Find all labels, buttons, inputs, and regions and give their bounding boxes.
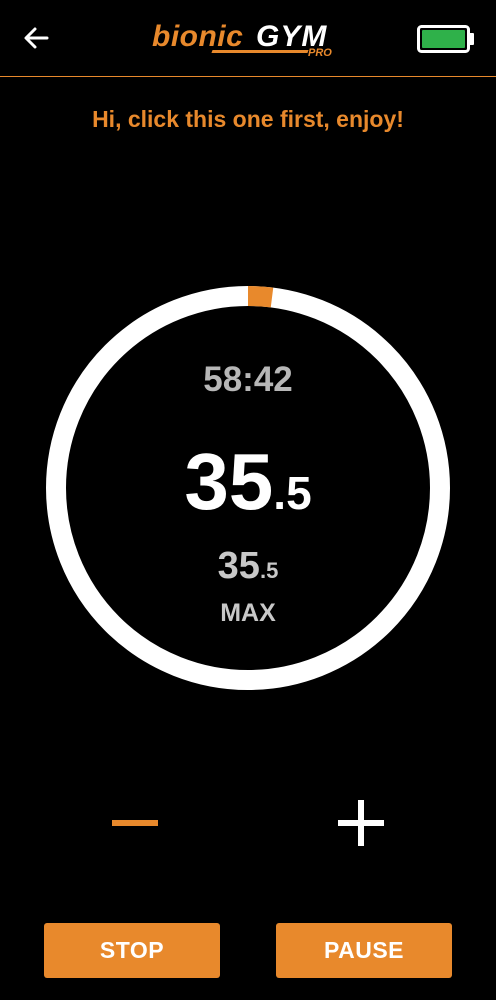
- minus-icon: [112, 820, 158, 826]
- greeting-message: Hi, click this one first, enjoy!: [92, 106, 404, 132]
- pause-button[interactable]: PAUSE: [276, 923, 452, 978]
- max-value: 35.5: [0, 545, 496, 588]
- stop-button[interactable]: STOP: [44, 923, 220, 978]
- decrease-button[interactable]: [100, 788, 170, 858]
- plus-icon: [338, 800, 384, 846]
- battery-fill: [422, 30, 465, 48]
- current-value-integer: 35: [184, 437, 274, 526]
- current-value: 35.5: [0, 436, 496, 528]
- max-label: MAX: [220, 599, 276, 627]
- arrow-left-icon: [24, 27, 49, 49]
- max-value-integer: 35: [217, 545, 260, 587]
- max-value-decimal: .5: [259, 558, 279, 583]
- logo-text-bionic: bionic: [152, 20, 244, 53]
- current-value-decimal: .5: [273, 467, 312, 519]
- app-logo: bionic GYM PRO: [152, 16, 346, 62]
- app-header: bionic GYM PRO: [0, 0, 496, 77]
- logo-swoosh: [211, 50, 309, 53]
- battery-indicator: [417, 25, 475, 53]
- workout-timer: 58:42: [203, 360, 293, 399]
- back-button[interactable]: [22, 24, 50, 52]
- logo-text-pro: PRO: [308, 47, 332, 59]
- battery-full-icon: [417, 25, 474, 53]
- increase-button[interactable]: [326, 788, 396, 858]
